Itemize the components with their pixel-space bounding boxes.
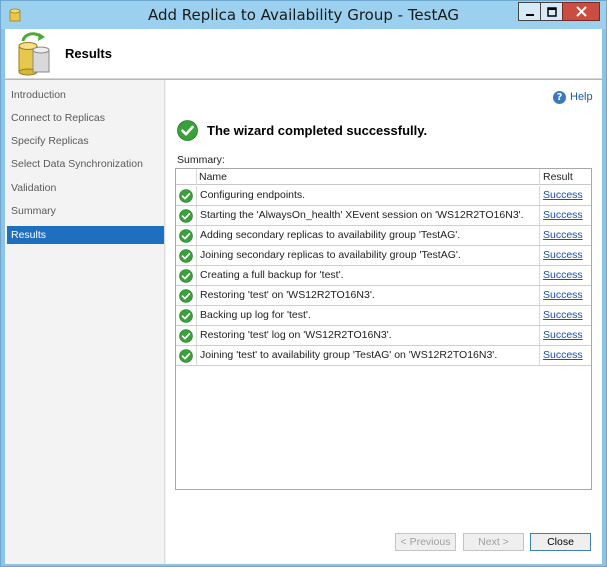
row-result-link[interactable]: Success: [539, 186, 591, 205]
success-banner: The wizard completed successfully.: [177, 120, 427, 141]
wizard-body: Introduction Connect to Replicas Specify…: [5, 80, 602, 564]
row-result-link[interactable]: Success: [539, 306, 591, 325]
row-result-link[interactable]: Success: [539, 326, 591, 345]
table-row[interactable]: Configuring endpoints. Success: [176, 186, 591, 206]
help-label: Help: [570, 91, 593, 103]
minimize-button[interactable]: [518, 2, 540, 21]
table-row[interactable]: Restoring 'test' on 'WS12R2TO16N3'. Succe…: [176, 286, 591, 306]
sidebar-item-summary[interactable]: Summary: [7, 202, 164, 220]
page-title: Results: [65, 46, 112, 61]
sidebar-item-select-data-synchronization[interactable]: Select Data Synchronization: [7, 155, 164, 173]
table-row[interactable]: Joining 'test' to availability group 'Te…: [176, 346, 591, 366]
minimize-icon: [525, 13, 534, 16]
success-status-icon: [179, 349, 193, 363]
close-icon: [575, 6, 587, 17]
sidebar-item-specify-replicas[interactable]: Specify Replicas: [7, 132, 164, 150]
row-result-link[interactable]: Success: [539, 266, 591, 285]
table-row[interactable]: Restoring 'test' log on 'WS12R2TO16N3'. S…: [176, 326, 591, 346]
success-status-icon: [179, 269, 193, 283]
previous-button[interactable]: < Previous: [395, 533, 456, 551]
window-title: Add Replica to Availability Group - Test…: [148, 6, 459, 24]
success-status-icon: [179, 249, 193, 263]
row-result-link[interactable]: Success: [539, 226, 591, 245]
wizard-window: Add Replica to Availability Group - Test…: [0, 0, 607, 567]
success-status-icon: [179, 309, 193, 323]
row-name: Configuring endpoints.: [196, 186, 539, 205]
summary-grid[interactable]: Name Result Configuring endpoints. Succes…: [175, 168, 592, 490]
table-row[interactable]: Starting the 'AlwaysOn_health' XEvent se…: [176, 206, 591, 226]
row-result-link[interactable]: Success: [539, 246, 591, 265]
title-bar[interactable]: Add Replica to Availability Group - Test…: [1, 1, 606, 29]
row-result-link[interactable]: Success: [539, 346, 591, 365]
success-check-icon: [177, 120, 198, 141]
sidebar-item-connect-to-replicas[interactable]: Connect to Replicas: [7, 109, 164, 127]
row-name: Adding secondary replicas to availabilit…: [196, 226, 539, 245]
row-name: Backing up log for 'test'.: [196, 306, 539, 325]
success-status-icon: [179, 209, 193, 223]
table-row[interactable]: Backing up log for 'test'. Success: [176, 306, 591, 326]
row-name: Creating a full backup for 'test'.: [196, 266, 539, 285]
maximize-button[interactable]: [540, 2, 562, 21]
row-result-link[interactable]: Success: [539, 286, 591, 305]
help-icon: ?: [553, 90, 566, 104]
success-message: The wizard completed successfully.: [207, 123, 428, 138]
row-name: Joining secondary replicas to availabili…: [196, 246, 539, 265]
close-button[interactable]: Close: [530, 533, 591, 551]
column-header-result[interactable]: Result: [539, 169, 591, 185]
sidebar-item-results[interactable]: Results: [7, 226, 164, 244]
table-row[interactable]: Joining secondary replicas to availabili…: [176, 246, 591, 266]
results-panel: ? Help The wizard completed successfully…: [166, 80, 602, 564]
help-link[interactable]: ? Help: [553, 89, 593, 105]
row-name: Starting the 'AlwaysOn_health' XEvent se…: [196, 206, 539, 225]
sidebar-item-validation[interactable]: Validation: [7, 179, 164, 197]
page-header: Results: [5, 29, 602, 79]
success-status-icon: [179, 329, 193, 343]
table-row[interactable]: Creating a full backup for 'test'. Succes…: [176, 266, 591, 286]
summary-label: Summary:: [177, 154, 225, 166]
success-status-icon: [179, 289, 193, 303]
maximize-icon: [546, 6, 557, 17]
database-wizard-icon: [18, 32, 50, 76]
row-name: Restoring 'test' on 'WS12R2TO16N3'.: [196, 286, 539, 305]
success-status-icon: [179, 229, 193, 243]
close-window-button[interactable]: [562, 2, 600, 21]
row-name: Joining 'test' to availability group 'Te…: [196, 346, 539, 365]
row-name: Restoring 'test' log on 'WS12R2TO16N3'.: [196, 326, 539, 345]
table-row[interactable]: Adding secondary replicas to availabilit…: [176, 226, 591, 246]
grid-header: Name Result: [176, 169, 591, 185]
wizard-steps-sidebar: Introduction Connect to Replicas Specify…: [5, 80, 165, 564]
row-result-link[interactable]: Success: [539, 206, 591, 225]
success-status-icon: [179, 189, 193, 203]
column-header-name[interactable]: Name: [196, 169, 539, 185]
sidebar-item-introduction[interactable]: Introduction: [7, 86, 164, 104]
next-button[interactable]: Next >: [463, 533, 524, 551]
